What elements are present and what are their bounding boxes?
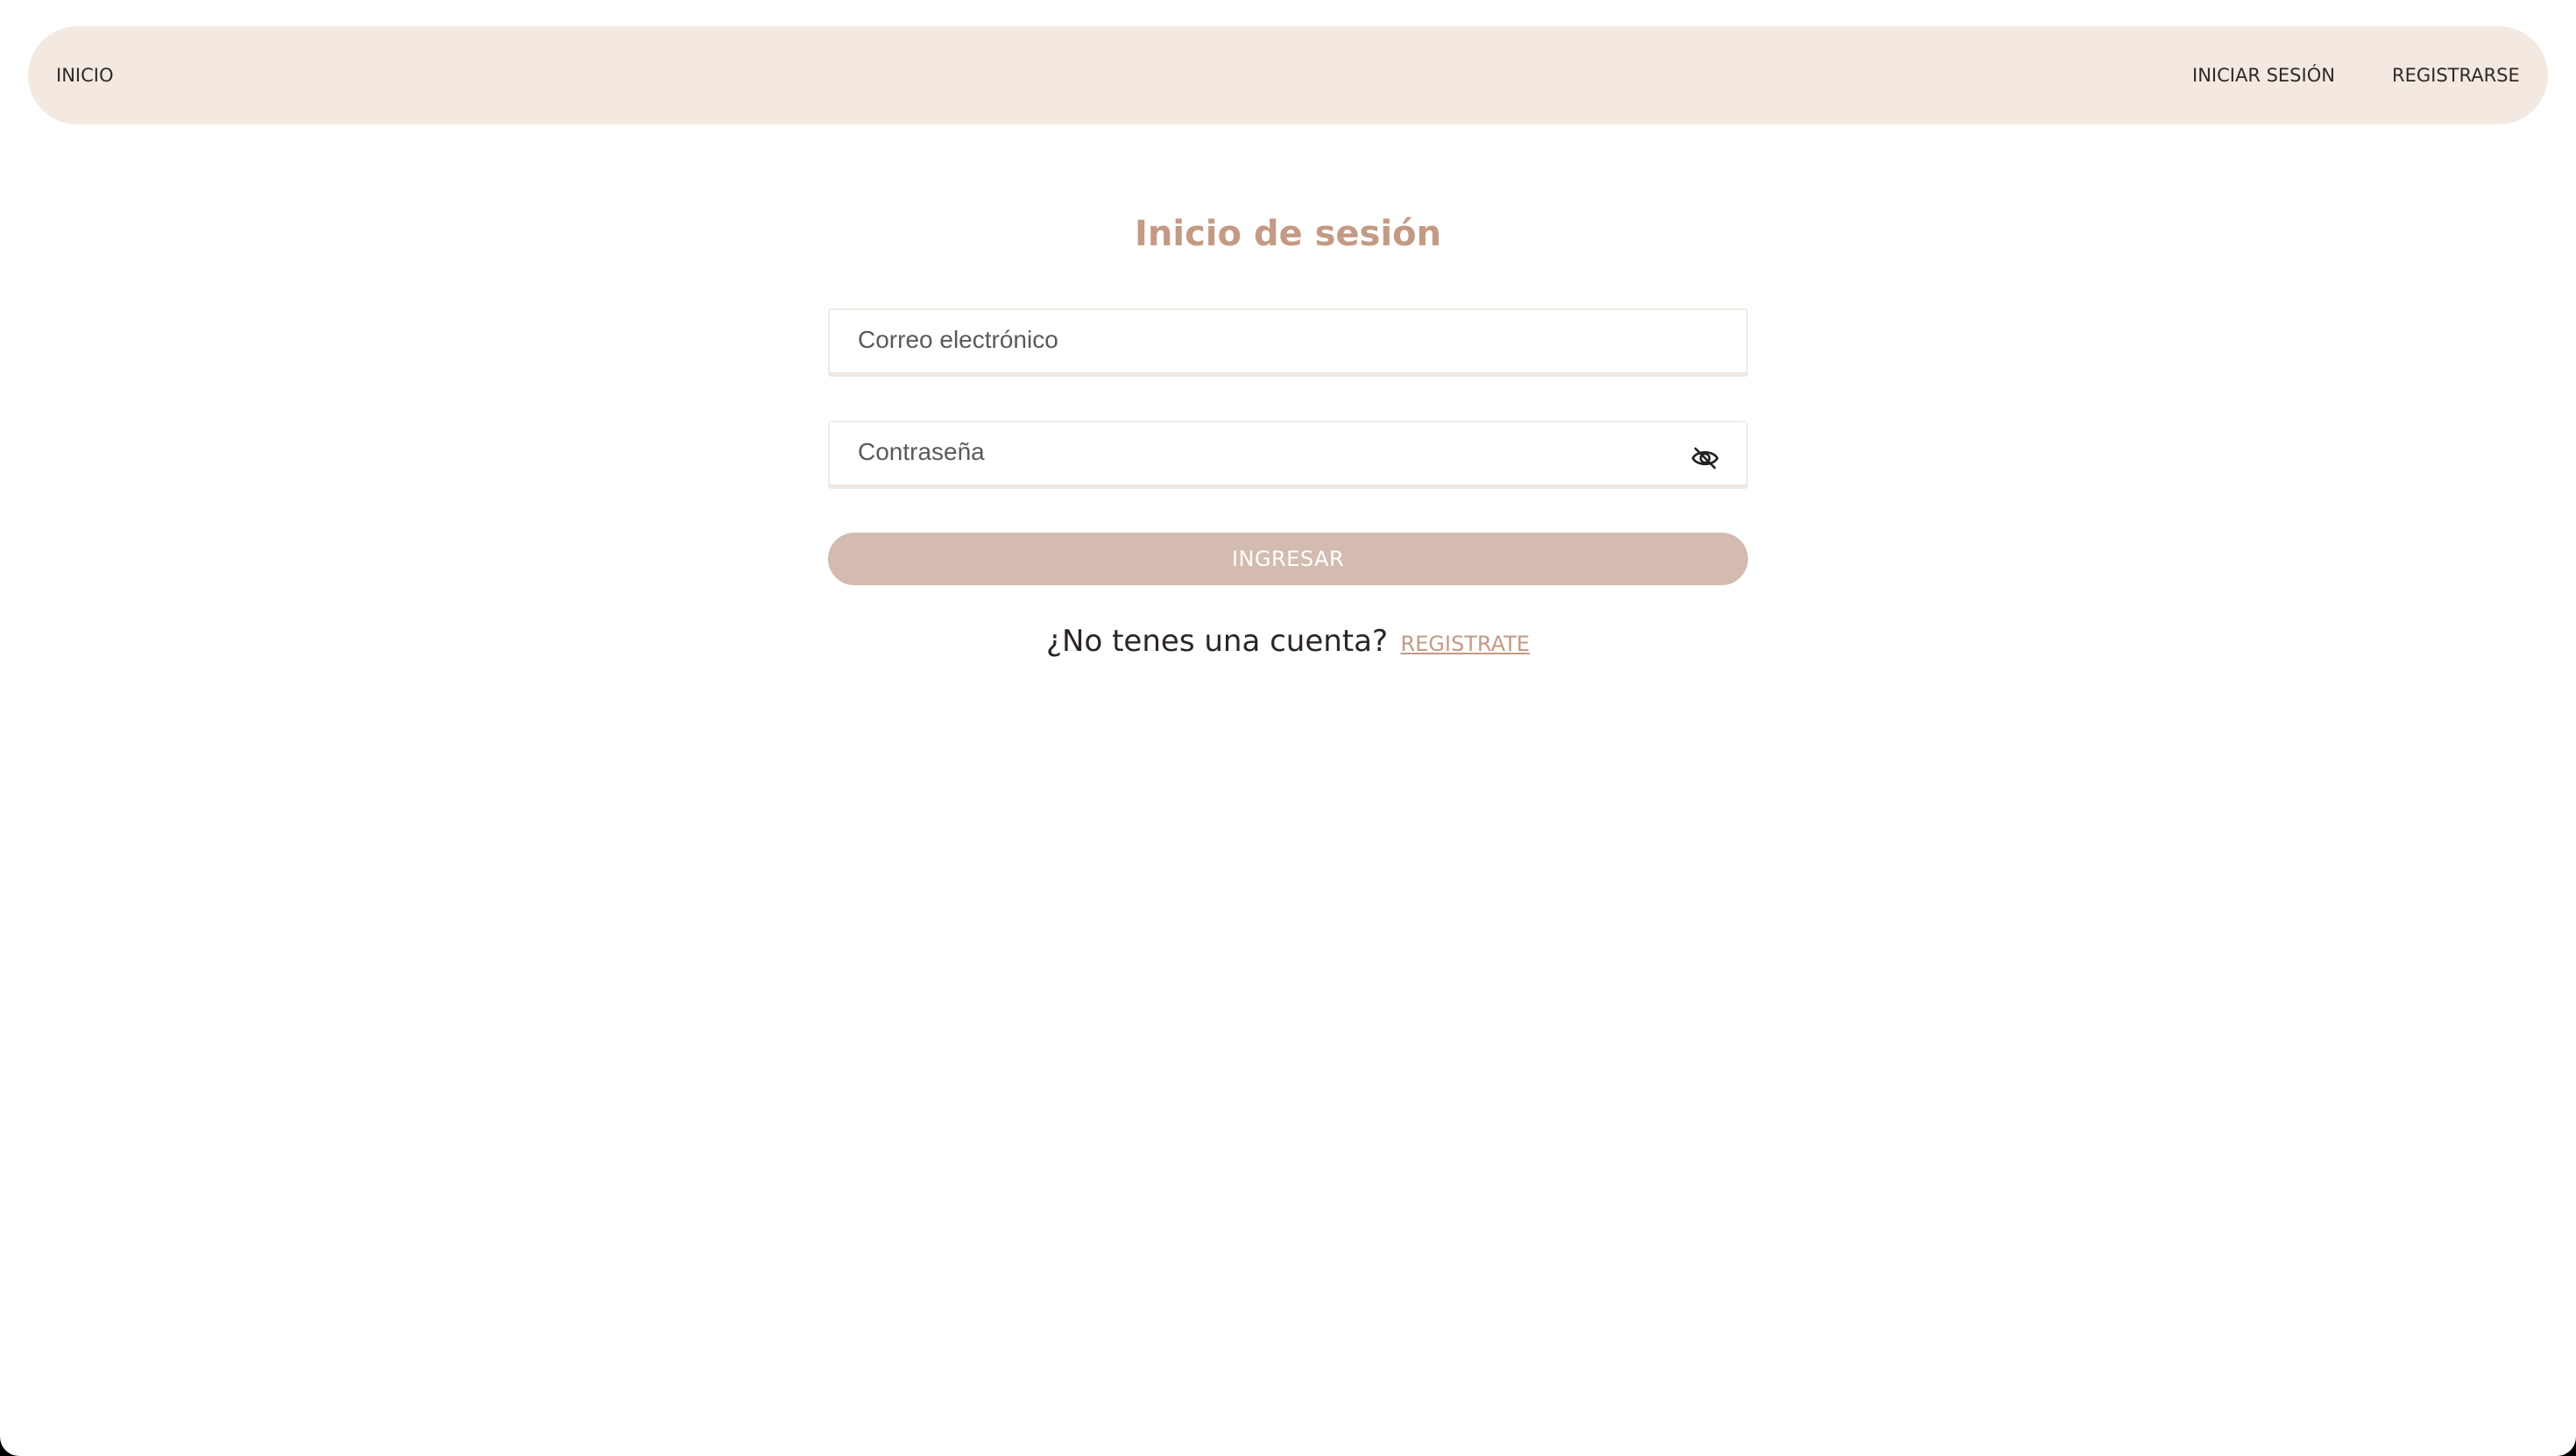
submit-button[interactable]: INGRESAR: [828, 533, 1748, 585]
nav-link-register[interactable]: REGISTRARSE: [2392, 26, 2520, 124]
password-field: [828, 421, 1748, 489]
browser-viewport: INICIO INICIAR SESIÓN REGISTRARSE Inicio…: [0, 0, 2576, 1456]
register-prompt: ¿No tenes una cuenta? REGISTRATE: [0, 624, 2576, 659]
no-account-text: ¿No tenes una cuenta?: [1046, 624, 1389, 659]
page-title: Inicio de sesión: [1135, 214, 1441, 254]
register-link[interactable]: REGISTRATE: [1400, 632, 1530, 656]
password-input[interactable]: [830, 422, 1746, 484]
top-navbar: INICIO INICIAR SESIÓN REGISTRARSE: [28, 26, 2548, 124]
nav-link-home[interactable]: INICIO: [56, 26, 113, 124]
nav-link-login[interactable]: INICIAR SESIÓN: [2192, 26, 2335, 124]
eye-off-icon[interactable]: [1690, 445, 1720, 471]
email-field: [828, 308, 1748, 377]
email-input[interactable]: [830, 310, 1746, 372]
